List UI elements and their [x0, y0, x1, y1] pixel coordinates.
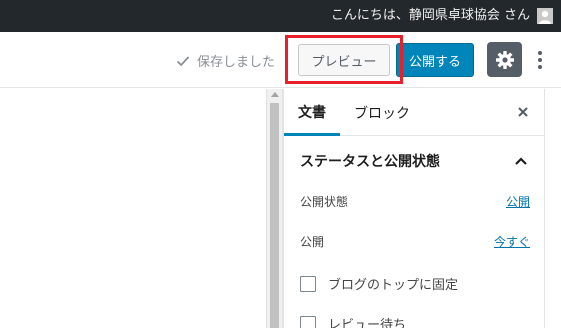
sticky-option[interactable]: ブログのトップに固定 — [300, 274, 458, 293]
chevron-up-icon — [515, 157, 527, 165]
panel-title: ステータスと公開状態 — [300, 154, 440, 170]
more-options-button[interactable] — [530, 48, 550, 72]
close-icon[interactable] — [515, 104, 531, 120]
right-gutter — [544, 89, 561, 328]
publish-date-link[interactable]: 今すぐ — [494, 233, 530, 250]
editor-header: 保存しました プレビュー 公開する — [0, 32, 561, 88]
pending-review-checkbox[interactable] — [300, 315, 316, 328]
tab-document[interactable]: 文書 — [284, 89, 340, 136]
pending-review-label[interactable]: レビュー待ち — [328, 314, 406, 328]
settings-button[interactable] — [487, 42, 522, 77]
settings-sidebar: 文書 ブロック ステータスと公開状態 公開状態 公開 公開 今すぐ ブログのトッ… — [283, 89, 545, 328]
user-avatar-icon[interactable] — [537, 8, 553, 24]
scroll-thumb[interactable] — [270, 103, 279, 328]
pending-review-option[interactable]: レビュー待ち — [300, 314, 406, 328]
sidebar-tabs: 文書 ブロック — [284, 89, 545, 136]
vertical-ellipsis-icon — [538, 51, 542, 69]
sticky-label[interactable]: ブログのトップに固定 — [328, 274, 458, 293]
sticky-checkbox[interactable] — [300, 275, 316, 292]
visibility-link[interactable]: 公開 — [506, 193, 530, 210]
tab-block[interactable]: ブロック — [354, 89, 414, 136]
saved-status-text: 保存しました — [197, 55, 276, 70]
saved-status: 保存しました — [176, 51, 275, 70]
visibility-label: 公開状態 — [300, 195, 349, 209]
preview-button[interactable]: プレビュー — [298, 44, 390, 76]
editor-canvas[interactable] — [0, 89, 266, 328]
scroll-up-arrow-icon[interactable] — [271, 92, 279, 97]
publish-label: 公開 — [300, 235, 325, 249]
check-icon — [176, 55, 190, 66]
editor-scrollbar[interactable] — [266, 89, 283, 328]
admin-bar: こんにちは、静岡県卓球協会 さん — [0, 0, 561, 32]
gear-icon — [495, 50, 514, 69]
admin-greeting[interactable]: こんにちは、静岡県卓球協会 さん — [331, 7, 530, 25]
publish-row: 公開 今すぐ — [300, 233, 530, 250]
status-visibility-panel-toggle[interactable]: ステータスと公開状態 — [284, 137, 545, 185]
visibility-row: 公開状態 公開 — [300, 193, 530, 210]
publish-button[interactable]: 公開する — [396, 43, 474, 77]
